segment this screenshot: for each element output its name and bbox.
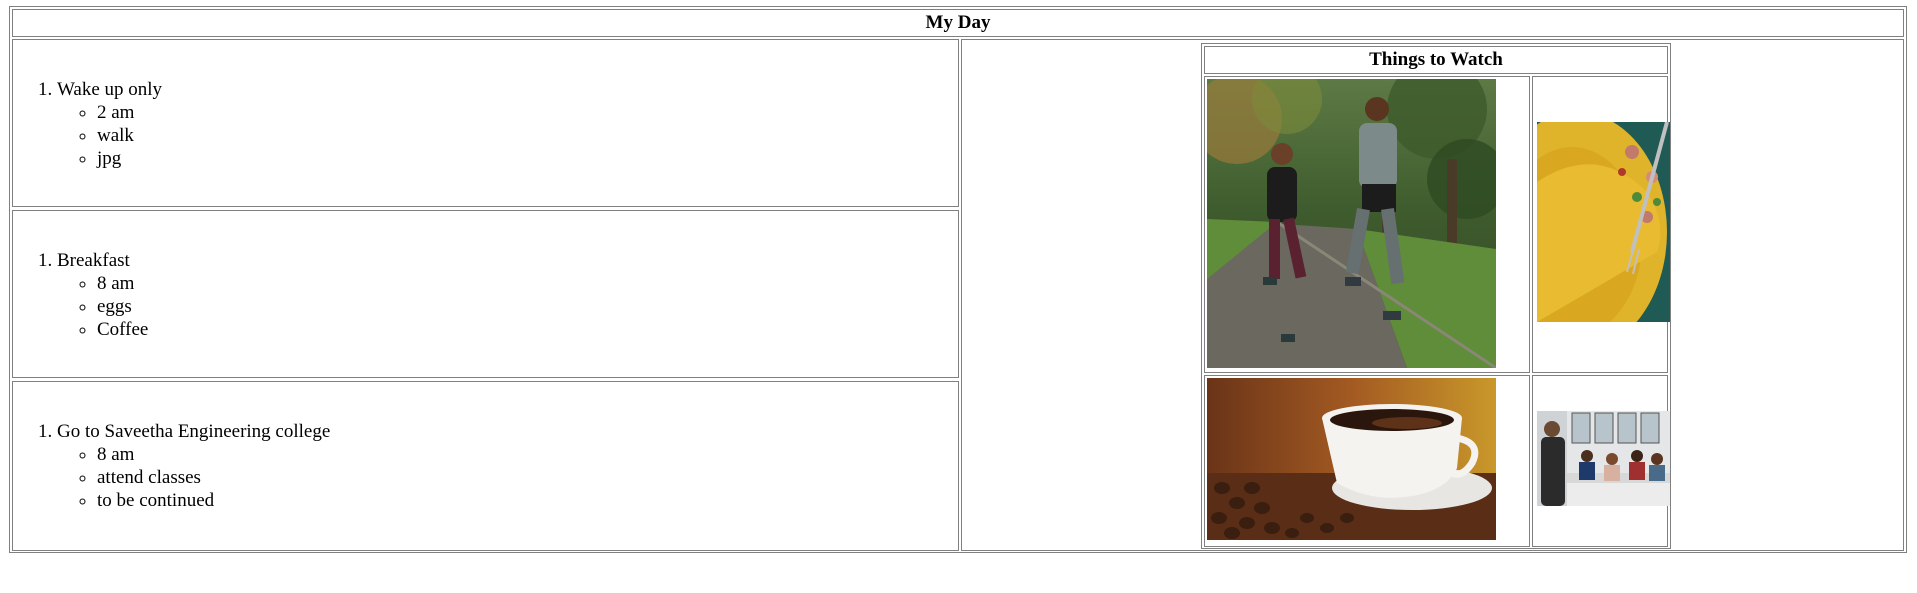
task-cell-breakfast: Breakfast 8 am eggs Coffee [12, 210, 959, 378]
coffee-photo [1207, 378, 1496, 540]
image-cell-coffee [1204, 375, 1530, 547]
task-detail: 8 am [97, 443, 330, 466]
image-cell-classes [1532, 375, 1670, 547]
task-detail: jpg [97, 147, 162, 170]
task-list: Breakfast 8 am eggs Coffee [23, 249, 148, 341]
task-label: Go to Saveetha Engineering college [57, 421, 331, 442]
task-detail: walk [97, 124, 162, 147]
task-detail: 8 am [97, 272, 148, 295]
task-detail: 2 am [97, 101, 162, 124]
things-to-watch-table: Things to Watch [1201, 43, 1671, 549]
task-cell-wake-up: Wake up only 2 am walk jpg [12, 39, 959, 207]
task-item: Wake up only 2 am walk jpg [57, 78, 162, 170]
omelette-photo [1537, 122, 1670, 322]
jogging-photo [1207, 79, 1496, 368]
task-detail: eggs [97, 295, 148, 318]
task-list: Wake up only 2 am walk jpg [23, 78, 162, 170]
task-list: Go to Saveetha Engineering college 8 am … [23, 420, 330, 512]
task-details: 8 am attend classes to be continued [57, 443, 330, 512]
task-detail: to be continued [97, 489, 330, 512]
things-to-watch-title: Things to Watch [1204, 46, 1668, 74]
things-to-watch-cell: Things to Watch [961, 39, 1904, 551]
task-details: 2 am walk jpg [57, 101, 162, 170]
task-item: Go to Saveetha Engineering college 8 am … [57, 420, 330, 512]
task-label: Breakfast [57, 250, 130, 271]
task-detail: Coffee [97, 318, 148, 341]
image-cell-eggs [1532, 76, 1670, 373]
task-label: Wake up only [57, 79, 163, 100]
page-title: My Day [12, 9, 1904, 37]
task-details: 8 am eggs Coffee [57, 272, 148, 341]
classroom-photo [1537, 411, 1670, 506]
task-item: Breakfast 8 am eggs Coffee [57, 249, 148, 341]
image-cell-walk [1204, 76, 1530, 373]
task-detail: attend classes [97, 466, 330, 489]
my-day-table: My Day Wake up only 2 am walk jpg Breakf… [9, 6, 1907, 553]
task-cell-college: Go to Saveetha Engineering college 8 am … [12, 381, 959, 551]
